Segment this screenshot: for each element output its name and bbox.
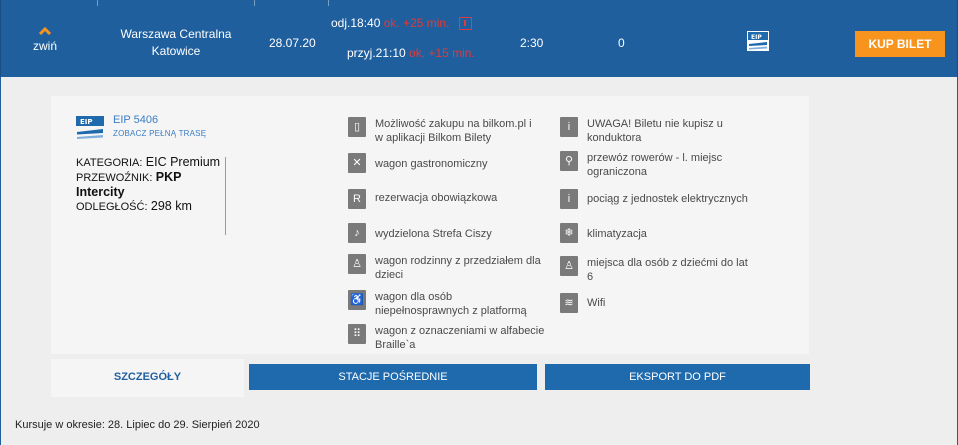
- feature-item: ♙ miejsca dla osób z dziećmi do lat 6: [560, 256, 760, 286]
- departure-row: odj.18:40 ok. +25 min.: [331, 13, 511, 33]
- train-meta: KATEGORIA: EIC Premium PRZEWOŹNIK: PKP I…: [76, 155, 226, 214]
- destination-station: Katowice: [151, 44, 201, 58]
- feature-item: R rezerwacja obowiązkowa: [348, 189, 553, 211]
- eip-train-icon: EIP: [747, 31, 769, 51]
- category-value: EIC Premium: [145, 155, 221, 169]
- reservation-icon: R: [348, 189, 366, 209]
- tab-export-pdf[interactable]: EKSPORT DO PDF: [545, 364, 810, 390]
- feature-item: ❄ klimatyzacja: [560, 223, 760, 245]
- feature-item: ♪ wydzielona Strefa Ciszy: [348, 223, 553, 245]
- feature-item: ▯ Możliwość zakupu na bilkom.pl iw aplik…: [348, 117, 553, 147]
- operating-period: Kursuje w okresie: 28. Lipiec do 29. Sie…: [15, 419, 260, 431]
- full-route-link[interactable]: ZOBACZ PEŁNĄ TRASĘ: [113, 129, 206, 138]
- collapse-button[interactable]: zwiń: [21, 26, 69, 53]
- quiet-zone-icon: ♪: [348, 223, 366, 243]
- snowflake-icon: ❄: [560, 223, 578, 243]
- meta-divider: [225, 157, 226, 235]
- train-number-link[interactable]: EIP 5406: [113, 114, 158, 126]
- category-label: KATEGORIA:: [76, 157, 143, 169]
- arrival-delay: ok. +15 min.: [409, 46, 475, 60]
- feature-item: i pociąg z jednostek elektrycznych: [560, 189, 760, 211]
- buy-ticket-button[interactable]: KUP BILET: [855, 31, 945, 57]
- phone-icon: ▯: [348, 117, 366, 137]
- tab-details[interactable]: SZCZEGÓŁY: [51, 359, 244, 397]
- departure-time: odj.18:40: [331, 16, 381, 30]
- info-icon: i: [560, 189, 578, 209]
- eip-train-icon: EIP: [76, 116, 104, 139]
- details-panel: EIP EIP 5406 ZOBACZ PEŁNĄ TRASĘ KATEGORI…: [0, 77, 958, 445]
- chevron-up-icon: [38, 26, 52, 36]
- arrival-time: przyj.21:10: [347, 46, 406, 60]
- svg-text:EIP: EIP: [80, 118, 93, 126]
- svg-text:EIP: EIP: [751, 34, 762, 41]
- travel-duration: 2:30: [520, 36, 544, 50]
- child-seat-icon: ♙: [560, 256, 578, 276]
- arrival-row: przyj.21:10 ok. +15 min.: [331, 43, 511, 63]
- feature-item: ♿ wagon dla osób niepełnosprawnych z plat…: [348, 290, 553, 320]
- route: Warszawa Centralna Katowice: [111, 26, 241, 60]
- origin-station: Warszawa Centralna: [120, 27, 232, 41]
- delay-info-icon[interactable]: [458, 17, 472, 31]
- distance-label: ODLEGŁOŚĆ:: [76, 201, 148, 213]
- tab-intermediate-stations[interactable]: STACJE POŚREDNIE: [249, 364, 537, 390]
- feature-item: ⚲ przewóz rowerów - l. miejsc ograniczona: [560, 151, 760, 181]
- travel-date: 28.07.20: [269, 36, 316, 50]
- departure-delay: ok. +25 min.: [383, 16, 450, 30]
- feature-item: ⠿ wagon z oznaczeniami w alfabecie Braill…: [348, 324, 553, 354]
- cutlery-icon: ✕: [348, 153, 366, 173]
- carrier-label: PRZEWOŹNIK:: [76, 172, 153, 184]
- train-details-card: EIP EIP 5406 ZOBACZ PEŁNĄ TRASĘ KATEGORI…: [51, 96, 809, 354]
- column-divider: [97, 0, 98, 6]
- details-tabs: SZCZEGÓŁY STACJE POŚREDNIE EKSPORT DO PD…: [51, 359, 811, 397]
- connection-row: zwiń Warszawa Centralna Katowice 28.07.2…: [0, 0, 958, 77]
- changes-count: 0: [618, 36, 625, 50]
- feature-item: i UWAGA! Biletu nie kupisz u konduktora: [560, 117, 760, 147]
- feature-item: ✕ wagon gastronomiczny: [348, 153, 553, 175]
- bicycle-icon: ⚲: [560, 151, 578, 171]
- family-icon: ♙: [348, 254, 366, 274]
- info-icon: i: [560, 117, 578, 137]
- wheelchair-icon: ♿: [348, 290, 366, 310]
- collapse-label: zwiń: [32, 39, 57, 53]
- braille-icon: ⠿: [348, 324, 366, 344]
- column-divider: [328, 0, 329, 6]
- wifi-icon: ≋: [560, 293, 578, 313]
- feature-item: ♙ wagon rodzinny z przedziałem dla dzieci: [348, 254, 553, 284]
- distance-value: 298 km: [150, 199, 192, 213]
- times: odj.18:40 ok. +25 min. przyj.21:10 ok. +…: [331, 13, 511, 73]
- feature-item: ≋ Wifi: [560, 293, 760, 315]
- column-divider: [254, 0, 255, 6]
